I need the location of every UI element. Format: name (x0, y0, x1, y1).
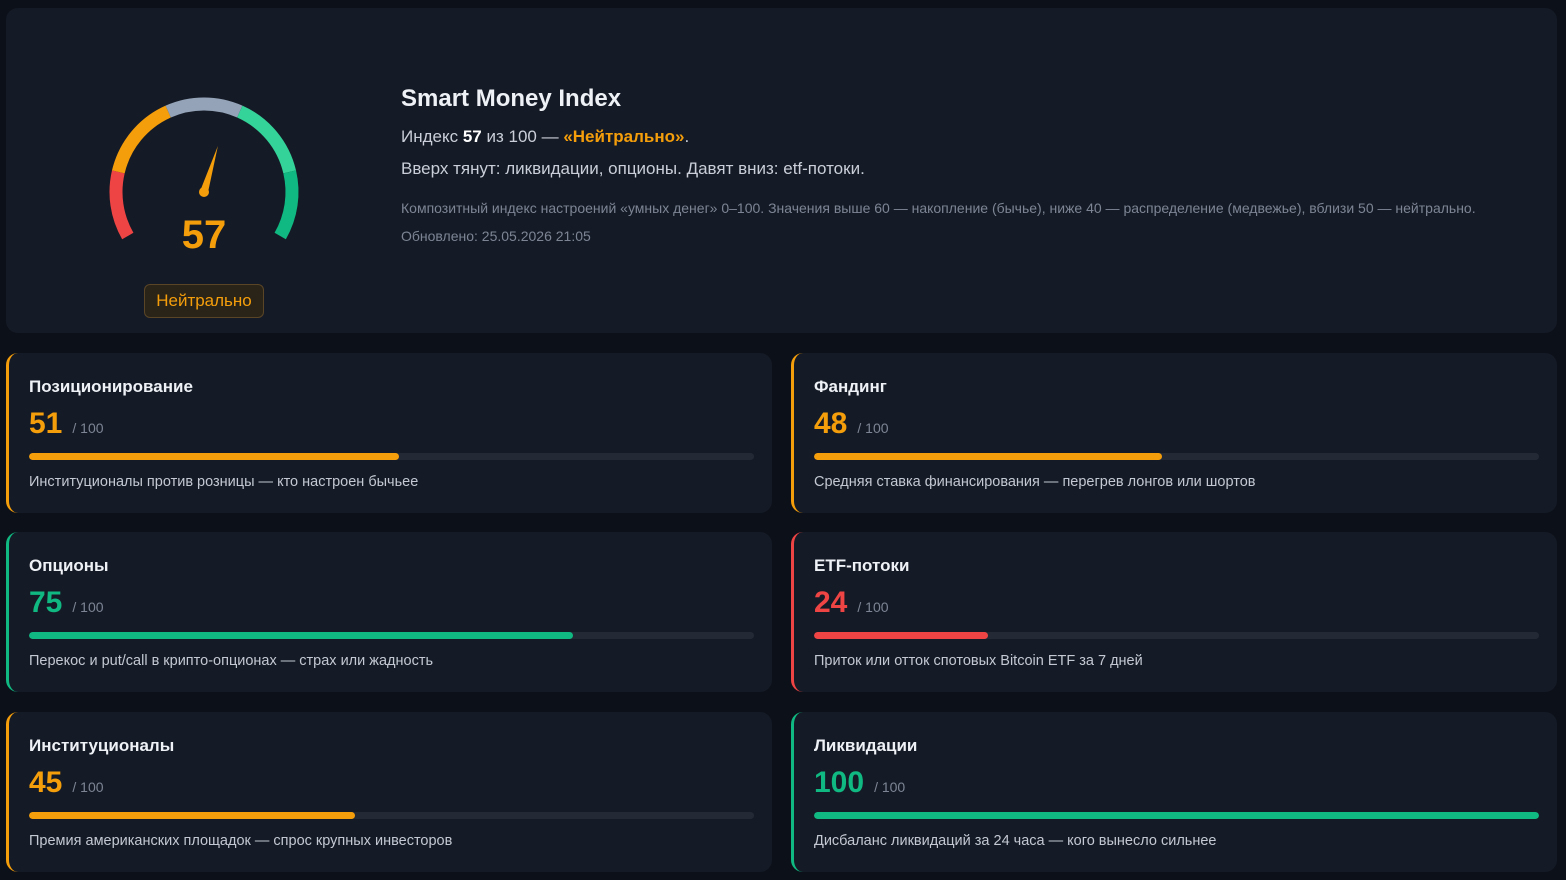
metric-progress-fill (29, 453, 399, 460)
metric-card-funding: Фандинг 48 / 100 Средняя ставка финансиро… (791, 353, 1557, 513)
metric-card-positioning: Позиционирование 51 / 100 Институционалы … (6, 353, 772, 513)
status-badge: Нейтрально (144, 284, 264, 318)
summary-prefix: Индекс (401, 127, 463, 146)
metric-progress-track (29, 632, 754, 639)
metric-progress-track (29, 812, 754, 819)
index-info: Smart Money Index Индекс 57 из 100 — «Не… (401, 84, 1511, 246)
metric-card-etf-flows: ETF-потоки 24 / 100 Приток или отток спот… (791, 532, 1557, 692)
metric-progress-fill (814, 632, 988, 639)
metric-score: 100 / 100 (814, 766, 905, 800)
metric-progress-fill (814, 812, 1539, 819)
metric-description: Дисбаланс ликвидаций за 24 часа — кого в… (814, 833, 1217, 849)
metric-score-value: 75 (29, 586, 63, 619)
page-title: Smart Money Index (401, 85, 622, 112)
metric-card-institutionals: Институционалы 45 / 100 Премия американск… (6, 712, 772, 872)
metric-title: Фандинг (814, 377, 887, 396)
metric-progress-track (29, 453, 754, 460)
index-summary-line: Индекс 57 из 100 — «Нейтрально». (401, 126, 1511, 148)
index-description: Композитный индекс настроений «умных ден… (401, 200, 1476, 216)
metric-card-liquidations: Ликвидации 100 / 100 Дисбаланс ликвидаций… (791, 712, 1557, 872)
drivers-line: Вверх тянут: ликвидации, опционы. Давят … (401, 159, 865, 178)
metric-score-value: 48 (814, 407, 848, 440)
metric-title: Опционы (29, 556, 109, 575)
metric-score-max: / 100 (874, 779, 906, 795)
metric-progress-fill (29, 632, 573, 639)
metric-score-value: 51 (29, 407, 63, 440)
metric-card-options: Опционы 75 / 100 Перекос и put/call в кри… (6, 532, 772, 692)
metric-description: Институционалы против розницы — кто наст… (29, 474, 419, 490)
metric-title: ETF-потоки (814, 556, 910, 575)
metric-score-value: 45 (29, 766, 63, 799)
gauge-segment-low (111, 105, 172, 174)
updated-timestamp: Обновлено: 25.05.2026 21:05 (401, 228, 591, 244)
metric-score: 75 / 100 (29, 586, 104, 620)
metric-progress-track (814, 812, 1539, 819)
metric-score-max: / 100 (72, 779, 104, 795)
metric-score-max: / 100 (857, 420, 889, 436)
metric-score: 51 / 100 (29, 407, 104, 441)
metric-progress-fill (814, 453, 1162, 460)
gauge-value: 57 (181, 213, 227, 257)
metric-description: Приток или отток спотовых Bitcoin ETF за… (814, 653, 1143, 669)
metric-title: Ликвидации (814, 736, 918, 755)
summary-suffix: . (684, 127, 690, 146)
metric-score: 24 / 100 (814, 586, 889, 620)
metric-progress-track (814, 632, 1539, 639)
metric-title: Позиционирование (29, 377, 193, 396)
gauge-needle-icon (199, 146, 218, 197)
index-gauge: 57 (98, 88, 310, 257)
summary-mid: из 100 — (481, 127, 564, 146)
gauge-segment-high (236, 105, 297, 174)
metric-score: 48 / 100 (814, 407, 889, 441)
metric-score: 45 / 100 (29, 766, 104, 800)
metric-description: Премия американских площадок — спрос кру… (29, 833, 453, 849)
metric-description: Средняя ставка финансирования — перегрев… (814, 474, 1256, 490)
metric-score-max: / 100 (857, 599, 889, 615)
gauge-segment-neutral (165, 97, 243, 118)
metric-score-value: 24 (814, 586, 848, 619)
metric-title: Институционалы (29, 736, 175, 755)
metric-score-max: / 100 (72, 599, 104, 615)
metric-progress-track (814, 453, 1539, 460)
index-summary-panel: 57 Нейтрально Smart Money Index Индекс 5… (6, 8, 1557, 333)
metric-progress-fill (29, 812, 356, 819)
metric-score-value: 100 (814, 766, 865, 799)
metric-description: Перекос и put/call в крипто-опционах — с… (29, 653, 434, 669)
metric-score-max: / 100 (72, 420, 104, 436)
summary-value: 57 (462, 127, 482, 146)
summary-mood: «Нейтрально» (563, 127, 685, 146)
